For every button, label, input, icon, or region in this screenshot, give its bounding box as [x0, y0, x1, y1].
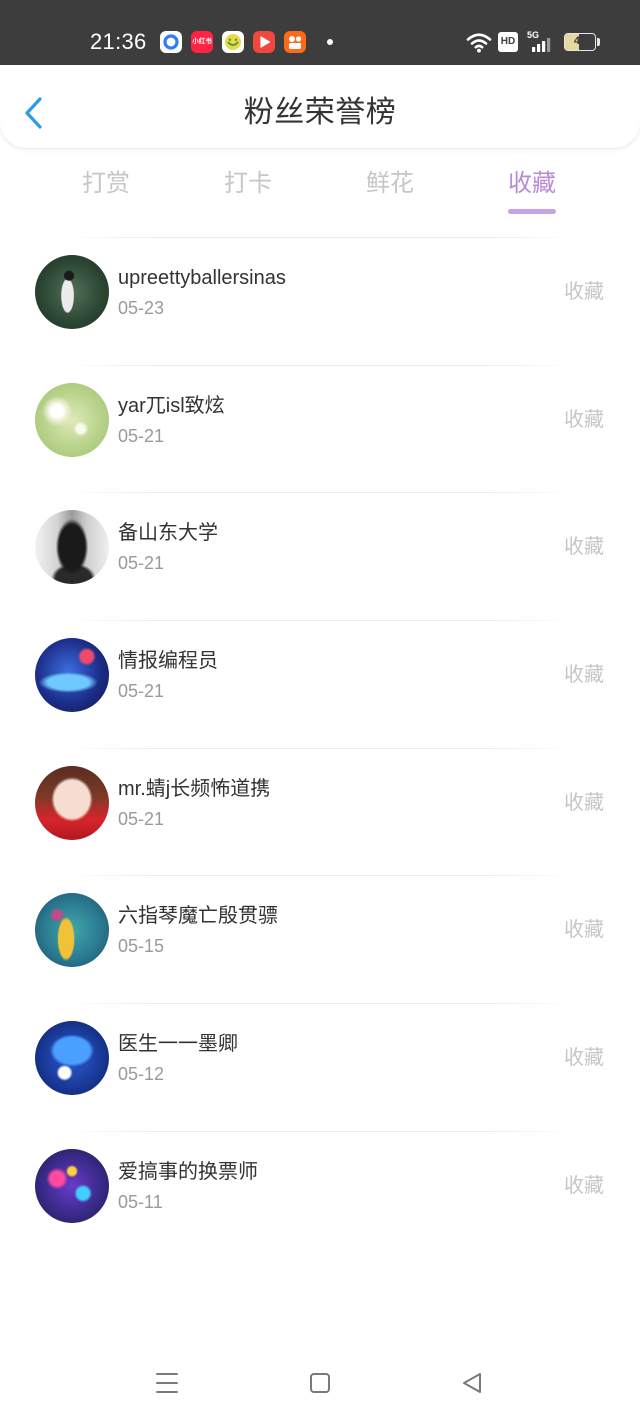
- tab-bar: 打赏 打卡 鲜花 收藏: [35, 166, 603, 216]
- avatar[interactable]: [35, 893, 109, 968]
- menu-line: [156, 1382, 178, 1384]
- active-tab-indicator: [508, 209, 556, 214]
- list-item[interactable]: 爱搞事的换票师 05-11 收藏: [0, 1130, 640, 1259]
- hd-badge: HD: [498, 32, 518, 52]
- fan-name: 爱搞事的换票师: [118, 1160, 258, 1183]
- wifi-icon: [466, 31, 492, 53]
- list-item[interactable]: 备山东大学 05-21 收藏: [0, 492, 640, 620]
- signal-bars-icon: [532, 36, 552, 52]
- battery-icon: 47: [564, 33, 596, 51]
- back-triangle-icon[interactable]: [461, 1372, 483, 1394]
- avatar[interactable]: [35, 638, 109, 713]
- video-app-icon: [253, 31, 275, 53]
- avatar[interactable]: [35, 382, 109, 457]
- tab-checkin[interactable]: 打卡: [177, 166, 319, 216]
- fan-date: 05-12: [118, 1064, 165, 1085]
- fan-date: 05-15: [118, 936, 165, 957]
- action-label: 收藏: [564, 664, 604, 687]
- action-label: 收藏: [564, 1174, 604, 1197]
- fan-date: 05-23: [118, 298, 165, 318]
- menu-line: [156, 1373, 178, 1375]
- fan-name: 六指琴魔亡殷贯骠: [118, 905, 278, 928]
- divider: [60, 1130, 580, 1132]
- page-title: 粉丝荣誉榜: [243, 96, 397, 129]
- tab-label: 收藏: [508, 170, 556, 197]
- divider: [60, 620, 580, 622]
- tab-label: 鲜花: [366, 170, 414, 197]
- fan-date: 05-21: [118, 553, 165, 574]
- avatar[interactable]: [35, 510, 109, 585]
- list-item[interactable]: 情报编程员 05-21 收藏: [0, 620, 640, 748]
- fan-date: 05-21: [118, 425, 165, 446]
- kuaishou-app-icon: [284, 31, 306, 53]
- avatar[interactable]: [35, 765, 109, 840]
- fan-list: upreettyballersinas 05-23 收藏 yar兀isl致炫 0…: [0, 237, 640, 1259]
- action-label: 收藏: [564, 791, 604, 814]
- fan-name: yar兀isl致炫: [118, 394, 225, 417]
- xiaohongshu-app-icon: 小红书: [191, 31, 213, 53]
- divider: [60, 875, 580, 877]
- divider: [60, 237, 580, 238]
- more-notifications-dot-icon: [327, 39, 333, 45]
- avatar[interactable]: [35, 255, 109, 329]
- fan-date: 05-21: [118, 681, 165, 702]
- chat-app-icon: [222, 31, 244, 53]
- list-item[interactable]: upreettyballersinas 05-23 收藏: [0, 237, 640, 365]
- fan-date: 05-11: [118, 1191, 163, 1212]
- browser-app-icon: [160, 31, 182, 53]
- home-square-icon[interactable]: [310, 1373, 330, 1393]
- list-item[interactable]: yar兀isl致炫 05-21 收藏: [0, 364, 640, 493]
- status-bar: 21:36 小红书 HD 5G 47: [0, 0, 640, 65]
- fan-name: upreettyballersinas: [118, 267, 286, 289]
- avatar[interactable]: [35, 1148, 109, 1223]
- fan-name: 备山东大学: [118, 522, 218, 545]
- fan-name: mr.蜻j长频怖道携: [118, 777, 271, 800]
- action-label: 收藏: [564, 281, 604, 303]
- status-time: 21:36: [90, 29, 147, 54]
- action-label: 收藏: [564, 408, 604, 431]
- divider: [60, 747, 580, 749]
- battery-level: 47: [573, 35, 587, 47]
- list-item[interactable]: 医生一一墨卿 05-12 收藏: [0, 1003, 640, 1131]
- fan-name: 医生一一墨卿: [118, 1033, 238, 1056]
- fan-name: 情报编程员: [118, 650, 218, 673]
- action-label: 收藏: [564, 919, 604, 942]
- menu-line: [156, 1391, 178, 1393]
- divider: [60, 1003, 580, 1005]
- xiaohongshu-logo-text: 小红书: [192, 38, 212, 45]
- divider: [60, 364, 580, 366]
- avatar[interactable]: [35, 1021, 109, 1096]
- tab-label: 打赏: [82, 170, 130, 197]
- list-item[interactable]: mr.蜻j长频怖道携 05-21 收藏: [0, 747, 640, 876]
- tab-favorites[interactable]: 收藏: [461, 166, 603, 216]
- tab-label: 打卡: [224, 170, 272, 197]
- fan-date: 05-21: [118, 808, 165, 829]
- divider: [60, 492, 580, 494]
- tab-reward[interactable]: 打赏: [35, 166, 177, 216]
- action-label: 收藏: [564, 1047, 604, 1070]
- system-nav-bar: [0, 1340, 640, 1422]
- header: 粉丝荣誉榜: [0, 65, 640, 148]
- menu-icon[interactable]: [156, 1372, 178, 1394]
- tab-flowers[interactable]: 鲜花: [319, 166, 461, 216]
- list-item[interactable]: 六指琴魔亡殷贯骠 05-15 收藏: [0, 875, 640, 1003]
- battery-cap: [597, 38, 600, 46]
- action-label: 收藏: [564, 536, 604, 559]
